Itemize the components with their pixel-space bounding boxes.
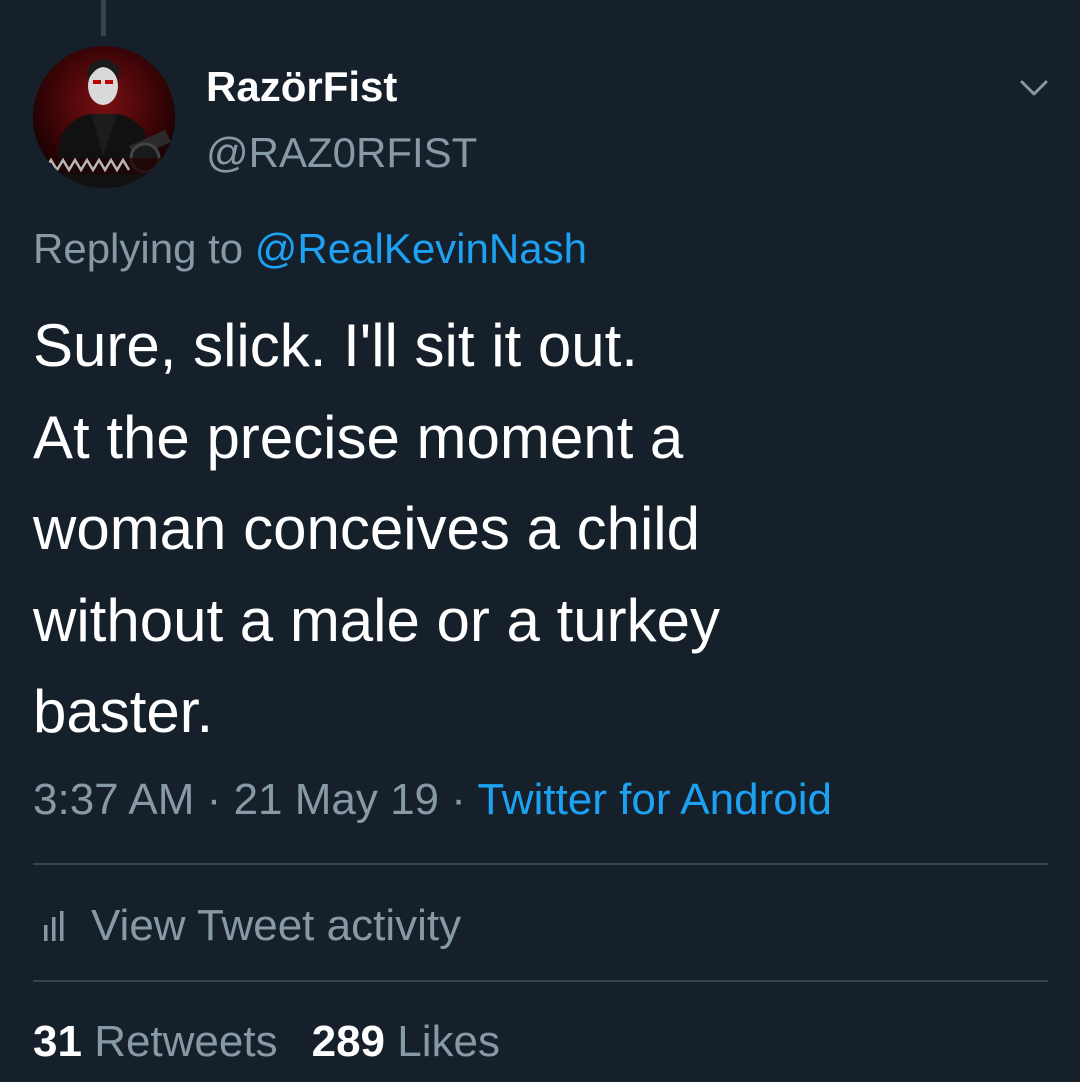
tweet-source-link[interactable]: Twitter for Android xyxy=(477,775,832,824)
tweet-text-line: without a male or a turkey xyxy=(33,586,720,654)
retweets-label: Retweets xyxy=(94,1017,278,1066)
tweet-text-line: baster. xyxy=(33,678,214,745)
tweet-metadata: 3:37 AM · 21 May 19 · Twitter for Androi… xyxy=(33,772,832,828)
likes-count: 289 xyxy=(311,1017,386,1066)
replying-to-mention[interactable]: @RealKevinNash xyxy=(255,225,587,272)
meta-separator: · xyxy=(206,775,222,824)
tweet-date: 21 May 19 xyxy=(233,775,440,824)
likes-label: Likes xyxy=(397,1017,500,1066)
divider xyxy=(33,863,1048,865)
tweet-time: 3:37 AM xyxy=(33,775,195,824)
avatar-image xyxy=(33,46,175,188)
avatar[interactable] xyxy=(33,46,175,188)
thread-connector-line xyxy=(101,0,106,36)
bar-chart-icon xyxy=(43,911,69,941)
tweet-text: Sure, slick. I'll sit it out. At the pre… xyxy=(33,300,1043,758)
activity-label: View Tweet activity xyxy=(91,901,462,950)
view-tweet-activity-button[interactable]: View Tweet activity xyxy=(43,898,461,954)
tweet-text-line: At the precise moment a xyxy=(33,403,684,471)
likes-link[interactable]: 289 Likes xyxy=(312,1017,500,1066)
author-handle[interactable]: @RAZ0RFIST xyxy=(206,128,477,178)
meta-separator: · xyxy=(451,775,466,824)
replying-prefix: Replying to xyxy=(33,225,244,272)
retweets-link[interactable]: 31 Retweets xyxy=(33,1017,278,1066)
retweets-count: 31 xyxy=(33,1017,82,1066)
tweet-text-line: woman conceives a child xyxy=(33,495,701,562)
chevron-down-icon xyxy=(1020,80,1048,96)
divider xyxy=(33,980,1048,982)
replying-to: Replying to @RealKevinNash xyxy=(33,223,587,275)
engagement-stats: 31 Retweets 289 Likes xyxy=(33,1014,500,1070)
author-display-name[interactable]: RazörFist xyxy=(206,62,397,112)
tweet-menu-button[interactable] xyxy=(1014,72,1054,104)
tweet-text-line: Sure, slick. I'll sit it out. xyxy=(33,312,638,379)
